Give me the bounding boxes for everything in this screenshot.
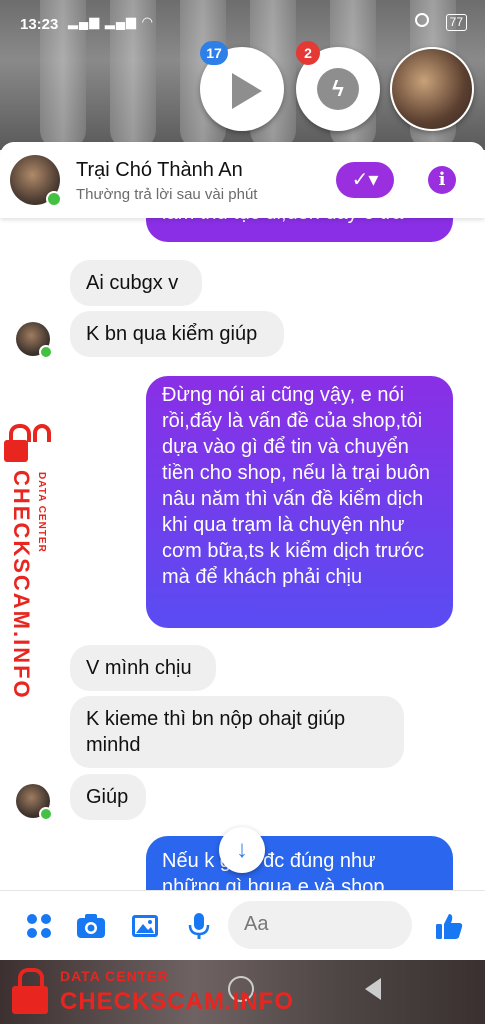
thumbs-up-icon[interactable] — [434, 911, 464, 941]
message-bubble-outgoing[interactable]: Nếu k giao đc đúng như những gì hqua e v… — [146, 836, 453, 890]
signal-icon: ▂▄▆ ▂▄▆ ◠ — [68, 14, 154, 29]
contact-avatar[interactable] — [16, 322, 53, 359]
camera-icon[interactable] — [76, 911, 106, 941]
contact-name[interactable]: Trại Chó Thành An — [76, 159, 243, 182]
lock-icon-secondary — [33, 424, 51, 442]
contact-avatar[interactable] — [16, 784, 53, 821]
response-time-status: Thường trả lời sau vài phút — [76, 186, 258, 203]
messenger-unread-badge: 2 — [296, 41, 320, 65]
message-bubble-incoming[interactable]: K bn qua kiểm giúp — [70, 311, 284, 357]
status-bar: 13:23 ▂▄▆ ▂▄▆ ◠ 77 — [0, 0, 485, 46]
message-text: Đừng nói ai cũng vậy, e nói rồi,đấy là v… — [162, 384, 430, 588]
lock-icon — [18, 968, 44, 988]
watermark-text-bottom: CHECKSCAM.INFO — [60, 988, 294, 1015]
scroll-down-button[interactable]: ↓ — [219, 827, 265, 873]
chat-header: Trại Chó Thành An Thường trả lời sau vài… — [0, 142, 485, 218]
online-indicator — [39, 807, 53, 821]
check-dropdown-button[interactable]: ✓▾ — [336, 162, 394, 198]
message-text: V mình chịu — [86, 657, 192, 679]
video-unread-badge: 17 — [200, 41, 228, 65]
message-input[interactable]: Aa — [228, 901, 412, 949]
message-bubble-incoming[interactable]: K kieme thì bn nộp ohajt giúp minhd — [70, 696, 404, 768]
play-icon — [232, 73, 262, 109]
rotation-lock-icon — [415, 13, 429, 27]
contact-chat-head[interactable] — [390, 47, 474, 131]
video-chat-head[interactable]: 17 — [200, 41, 284, 131]
status-time: 13:23 — [20, 16, 59, 33]
messenger-chat-head[interactable]: ϟ 2 — [296, 41, 380, 131]
info-icon[interactable]: i — [428, 166, 456, 194]
contact-avatar[interactable] — [10, 155, 62, 207]
online-indicator — [46, 191, 62, 207]
apps-icon[interactable] — [24, 911, 54, 941]
watermark-subtext-bottom: DATA CENTER — [60, 968, 169, 984]
message-bubble-incoming[interactable]: Giúp — [70, 774, 146, 820]
image-icon[interactable] — [130, 911, 160, 941]
message-text: Ai cubgx v — [86, 272, 179, 294]
message-bubble-incoming[interactable]: Ai cubgx v — [70, 260, 202, 306]
lock-icon-body — [12, 986, 48, 1014]
back-button[interactable] — [365, 978, 381, 1000]
mic-icon[interactable] — [184, 911, 214, 941]
message-list[interactable]: làm thủ tục đi,đến đây e trả Ai cubgx v … — [0, 150, 485, 890]
message-bubble-incoming[interactable]: V mình chịu — [70, 645, 216, 691]
message-text: K bn qua kiểm giúp — [86, 323, 258, 345]
watermark-lock-bottom — [8, 966, 52, 1016]
lock-icon-body — [4, 440, 28, 462]
arrow-down-icon: ↓ — [236, 836, 248, 863]
message-text: Nếu k giao đc đúng như những gì hqua e v… — [162, 850, 385, 890]
message-text: Giúp — [86, 786, 129, 808]
online-indicator — [39, 345, 53, 359]
message-text: K kieme thì bn nộp ohajt giúp minhd — [86, 708, 346, 756]
messenger-icon: ϟ — [317, 68, 359, 110]
message-bubble-outgoing[interactable]: Đừng nói ai cũng vậy, e nói rồi,đấy là v… — [146, 376, 453, 628]
watermark-subtext-side: DATA CENTER — [36, 472, 47, 553]
message-input-placeholder: Aa — [244, 913, 269, 935]
watermark-text-side: CHECKSCAM.INFO — [9, 470, 34, 700]
battery-indicator: 77 — [445, 14, 467, 31]
